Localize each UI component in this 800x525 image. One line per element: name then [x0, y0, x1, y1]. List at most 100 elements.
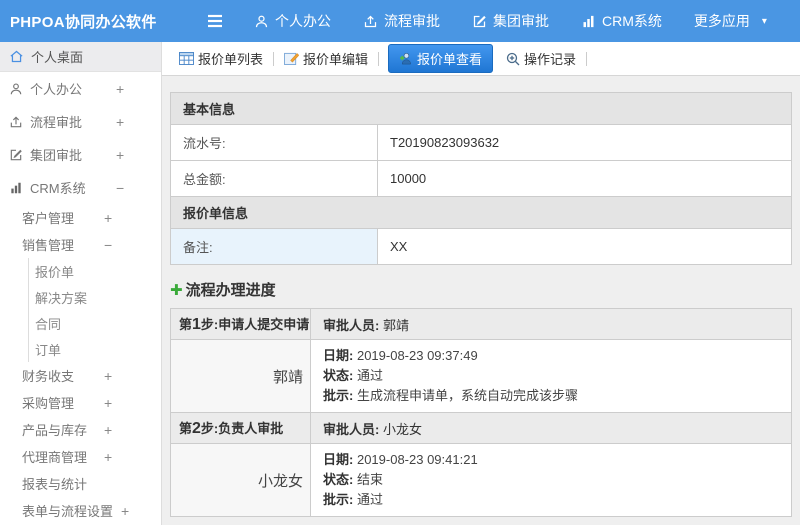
main-layout: 个人桌面 个人办公 + 流程审批 + 集团审批 + CRM系统 − 客户管理 +… [0, 42, 800, 525]
step-approver: 审批人员: 郭靖 [310, 308, 792, 340]
step-header-row: 第1步:申请人提交申请 审批人员: 郭靖 [170, 308, 792, 340]
tab-operation-log[interactable]: 操作记录 [499, 49, 583, 68]
expand-plus-icon[interactable]: + [104, 422, 112, 438]
sidebar-item-label: 产品与库存 [22, 423, 88, 438]
sidebar-item-solution[interactable]: 解决方案 [29, 284, 161, 310]
field-value-remark: XX [377, 228, 792, 265]
step-detail-row: 小龙女 日期: 2019-08-23 09:41:21 状态: 结束 批示: 通… [170, 443, 792, 517]
approver-name: 郭靖 [170, 339, 311, 413]
sidebar-item-form-flow-settings[interactable]: 表单与流程设置 + [0, 497, 161, 524]
sidebar-item-label: 合同 [35, 316, 62, 332]
detail-comment: 批示: 生成流程申请单，系统自动完成该步骤 [323, 388, 578, 403]
sidebar-item-order[interactable]: 订单 [29, 336, 161, 362]
sidebar-item-label: 客户管理 [22, 211, 75, 226]
sidebar-item-group-approval[interactable]: 集团审批 + [0, 138, 161, 171]
sidebar-item-label: 解决方案 [35, 290, 88, 306]
sidebar-item-contract[interactable]: 合同 [29, 310, 161, 336]
sidebar-item-agent-mgmt[interactable]: 代理商管理 + [0, 443, 161, 470]
section-header-row: 报价单信息 [170, 196, 792, 229]
nav-group-approval[interactable]: 集团审批 [456, 0, 565, 42]
tab-quotation-edit[interactable]: 报价单编辑 [277, 49, 375, 68]
tab-quotation-list[interactable]: 报价单列表 [172, 49, 270, 68]
chevron-down-icon: ▾ [761, 15, 767, 27]
user-icon [254, 14, 269, 29]
tab-label: 报价单列表 [198, 52, 264, 67]
content-panel: 基本信息 流水号: T20190823093632 总金额: 10000 报价单… [162, 76, 800, 517]
sidebar: 个人桌面 个人办公 + 流程审批 + 集团审批 + CRM系统 − 客户管理 +… [0, 42, 162, 525]
sidebar-item-crm[interactable]: CRM系统 − [0, 171, 161, 204]
sidebar-item-label: 集团审批 [30, 148, 83, 163]
field-label-serial: 流水号: [170, 124, 378, 161]
nav-personal-office[interactable]: 个人办公 [238, 0, 347, 42]
detail-date: 日期: 2019-08-23 09:37:49 [323, 348, 478, 363]
expand-plus-icon[interactable]: + [104, 395, 112, 411]
section-header: 报价单信息 [170, 196, 792, 229]
expand-plus-icon[interactable]: + [104, 368, 112, 384]
section-header-row: 基本信息 [170, 92, 792, 125]
expand-plus-icon[interactable]: + [116, 114, 124, 130]
step-detail-row: 郭靖 日期: 2019-08-23 09:37:49 状态: 通过 批示: 生成… [170, 339, 792, 413]
expand-plus-icon[interactable]: + [116, 147, 124, 163]
nav-process-approval[interactable]: 流程审批 [347, 0, 456, 42]
view-icon [399, 52, 412, 65]
sidebar-item-label: 采购管理 [22, 396, 75, 411]
expand-plus-icon[interactable]: + [104, 210, 112, 226]
quotation-form-table: 基本信息 流水号: T20190823093632 总金额: 10000 报价单… [170, 92, 792, 265]
detail-status: 状态: 结束 [323, 472, 383, 487]
magnifier-icon [506, 52, 520, 66]
sidebar-item-purchase[interactable]: 采购管理 + [0, 389, 161, 416]
detail-comment: 批示: 通过 [323, 492, 383, 507]
collapse-minus-icon[interactable]: − [104, 237, 112, 253]
edit-icon [9, 148, 23, 162]
sidebar-item-quotation[interactable]: 报价单 [29, 258, 161, 284]
sidebar-item-customer-mgmt[interactable]: 客户管理 + [0, 204, 161, 231]
chart-icon [581, 14, 596, 29]
sidebar-item-label: 销售管理 [22, 238, 75, 253]
sidebar-item-label: 流程审批 [30, 115, 83, 130]
expand-plus-icon[interactable]: + [116, 81, 124, 97]
nav-more-apps[interactable]: 更多应用 ▾ [678, 0, 783, 42]
step-title: 第1步:申请人提交申请 [170, 308, 311, 340]
nav-label: 流程审批 [384, 13, 440, 29]
tab-quotation-view[interactable]: 报价单查看 [388, 44, 494, 73]
step-number: 1 [192, 316, 201, 333]
step-number: 2 [192, 420, 201, 437]
form-row: 流水号: T20190823093632 [170, 124, 792, 161]
toolbar-separator [378, 51, 380, 66]
top-navbar: PHPOA协同办公软件 个人办公 流程审批 集团审批 CRM系统 更多应用 ▾ [0, 0, 800, 42]
expand-plus-icon[interactable]: + [121, 503, 129, 519]
nav-crm-system[interactable]: CRM系统 [565, 0, 678, 42]
sidebar-item-desktop[interactable]: 个人桌面 [0, 42, 161, 72]
sidebar-item-process-approval[interactable]: 流程审批 + [0, 105, 161, 138]
process-icon [363, 14, 378, 29]
plus-icon[interactable]: ✚ [170, 281, 183, 299]
expand-plus-icon[interactable]: + [104, 449, 112, 465]
detail-status: 状态: 通过 [323, 368, 383, 383]
home-icon [9, 49, 24, 64]
edit-icon [472, 14, 487, 29]
nav-label: 集团审批 [493, 13, 549, 29]
field-label-amount: 总金额: [170, 160, 378, 197]
sidebar-item-product-stock[interactable]: 产品与库存 + [0, 416, 161, 443]
sidebar-item-label: CRM系统 [30, 181, 86, 196]
toolbar-separator [273, 51, 275, 66]
sidebar-item-sales-mgmt[interactable]: 销售管理 − [0, 231, 161, 258]
tab-label: 报价单编辑 [303, 52, 369, 67]
sidebar-item-label: 个人办公 [30, 82, 83, 97]
sidebar-item-label: 个人桌面 [31, 50, 84, 65]
step-detail: 日期: 2019-08-23 09:41:21 状态: 结束 批示: 通过 [310, 443, 792, 517]
step-title: 第2步:负责人审批 [170, 412, 311, 444]
sidebar-subtree: 报价单 解决方案 合同 订单 [28, 258, 161, 362]
approver-name: 小龙女 [170, 443, 311, 517]
menu-toggle-icon[interactable] [192, 14, 238, 28]
step-header-row: 第2步:负责人审批 审批人员: 小龙女 [170, 412, 792, 444]
sidebar-item-reports[interactable]: 报表与统计 [0, 470, 161, 497]
sidebar-item-personal-office[interactable]: 个人办公 + [0, 72, 161, 105]
form-row: 备注: XX [170, 228, 792, 265]
sidebar-item-finance[interactable]: 财务收支 + [0, 362, 161, 389]
nav-label: CRM系统 [602, 13, 662, 29]
field-value-amount: 10000 [377, 160, 792, 197]
step-approver: 审批人员: 小龙女 [310, 412, 792, 444]
sidebar-item-label: 订单 [35, 342, 62, 358]
collapse-minus-icon[interactable]: − [116, 180, 124, 196]
